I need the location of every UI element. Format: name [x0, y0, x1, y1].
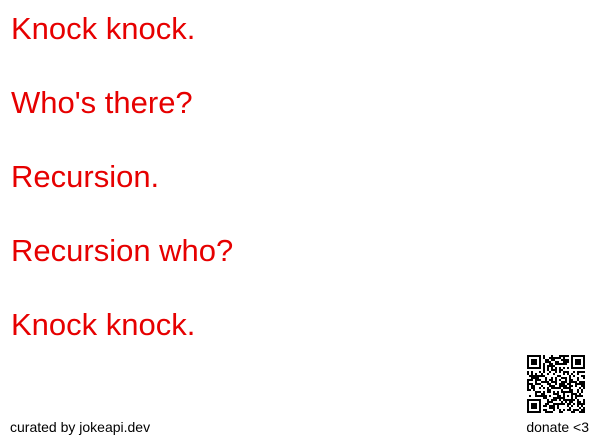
joke-line-4: Recursion who? [11, 233, 234, 268]
joke-line-2: Who's there? [11, 85, 193, 120]
curated-by-credit: curated by jokeapi.dev [10, 419, 151, 435]
donate-link[interactable]: donate <3 [526, 418, 589, 436]
joke-line-3: Recursion. [11, 159, 160, 194]
joke-line-5: Knock knock. [11, 307, 196, 342]
joke-line-1: Knock knock. [11, 11, 196, 46]
joke-text-block: Knock knock. Who's there? Recursion. Rec… [11, 9, 511, 345]
donate-qr-code-icon[interactable] [527, 355, 585, 413]
